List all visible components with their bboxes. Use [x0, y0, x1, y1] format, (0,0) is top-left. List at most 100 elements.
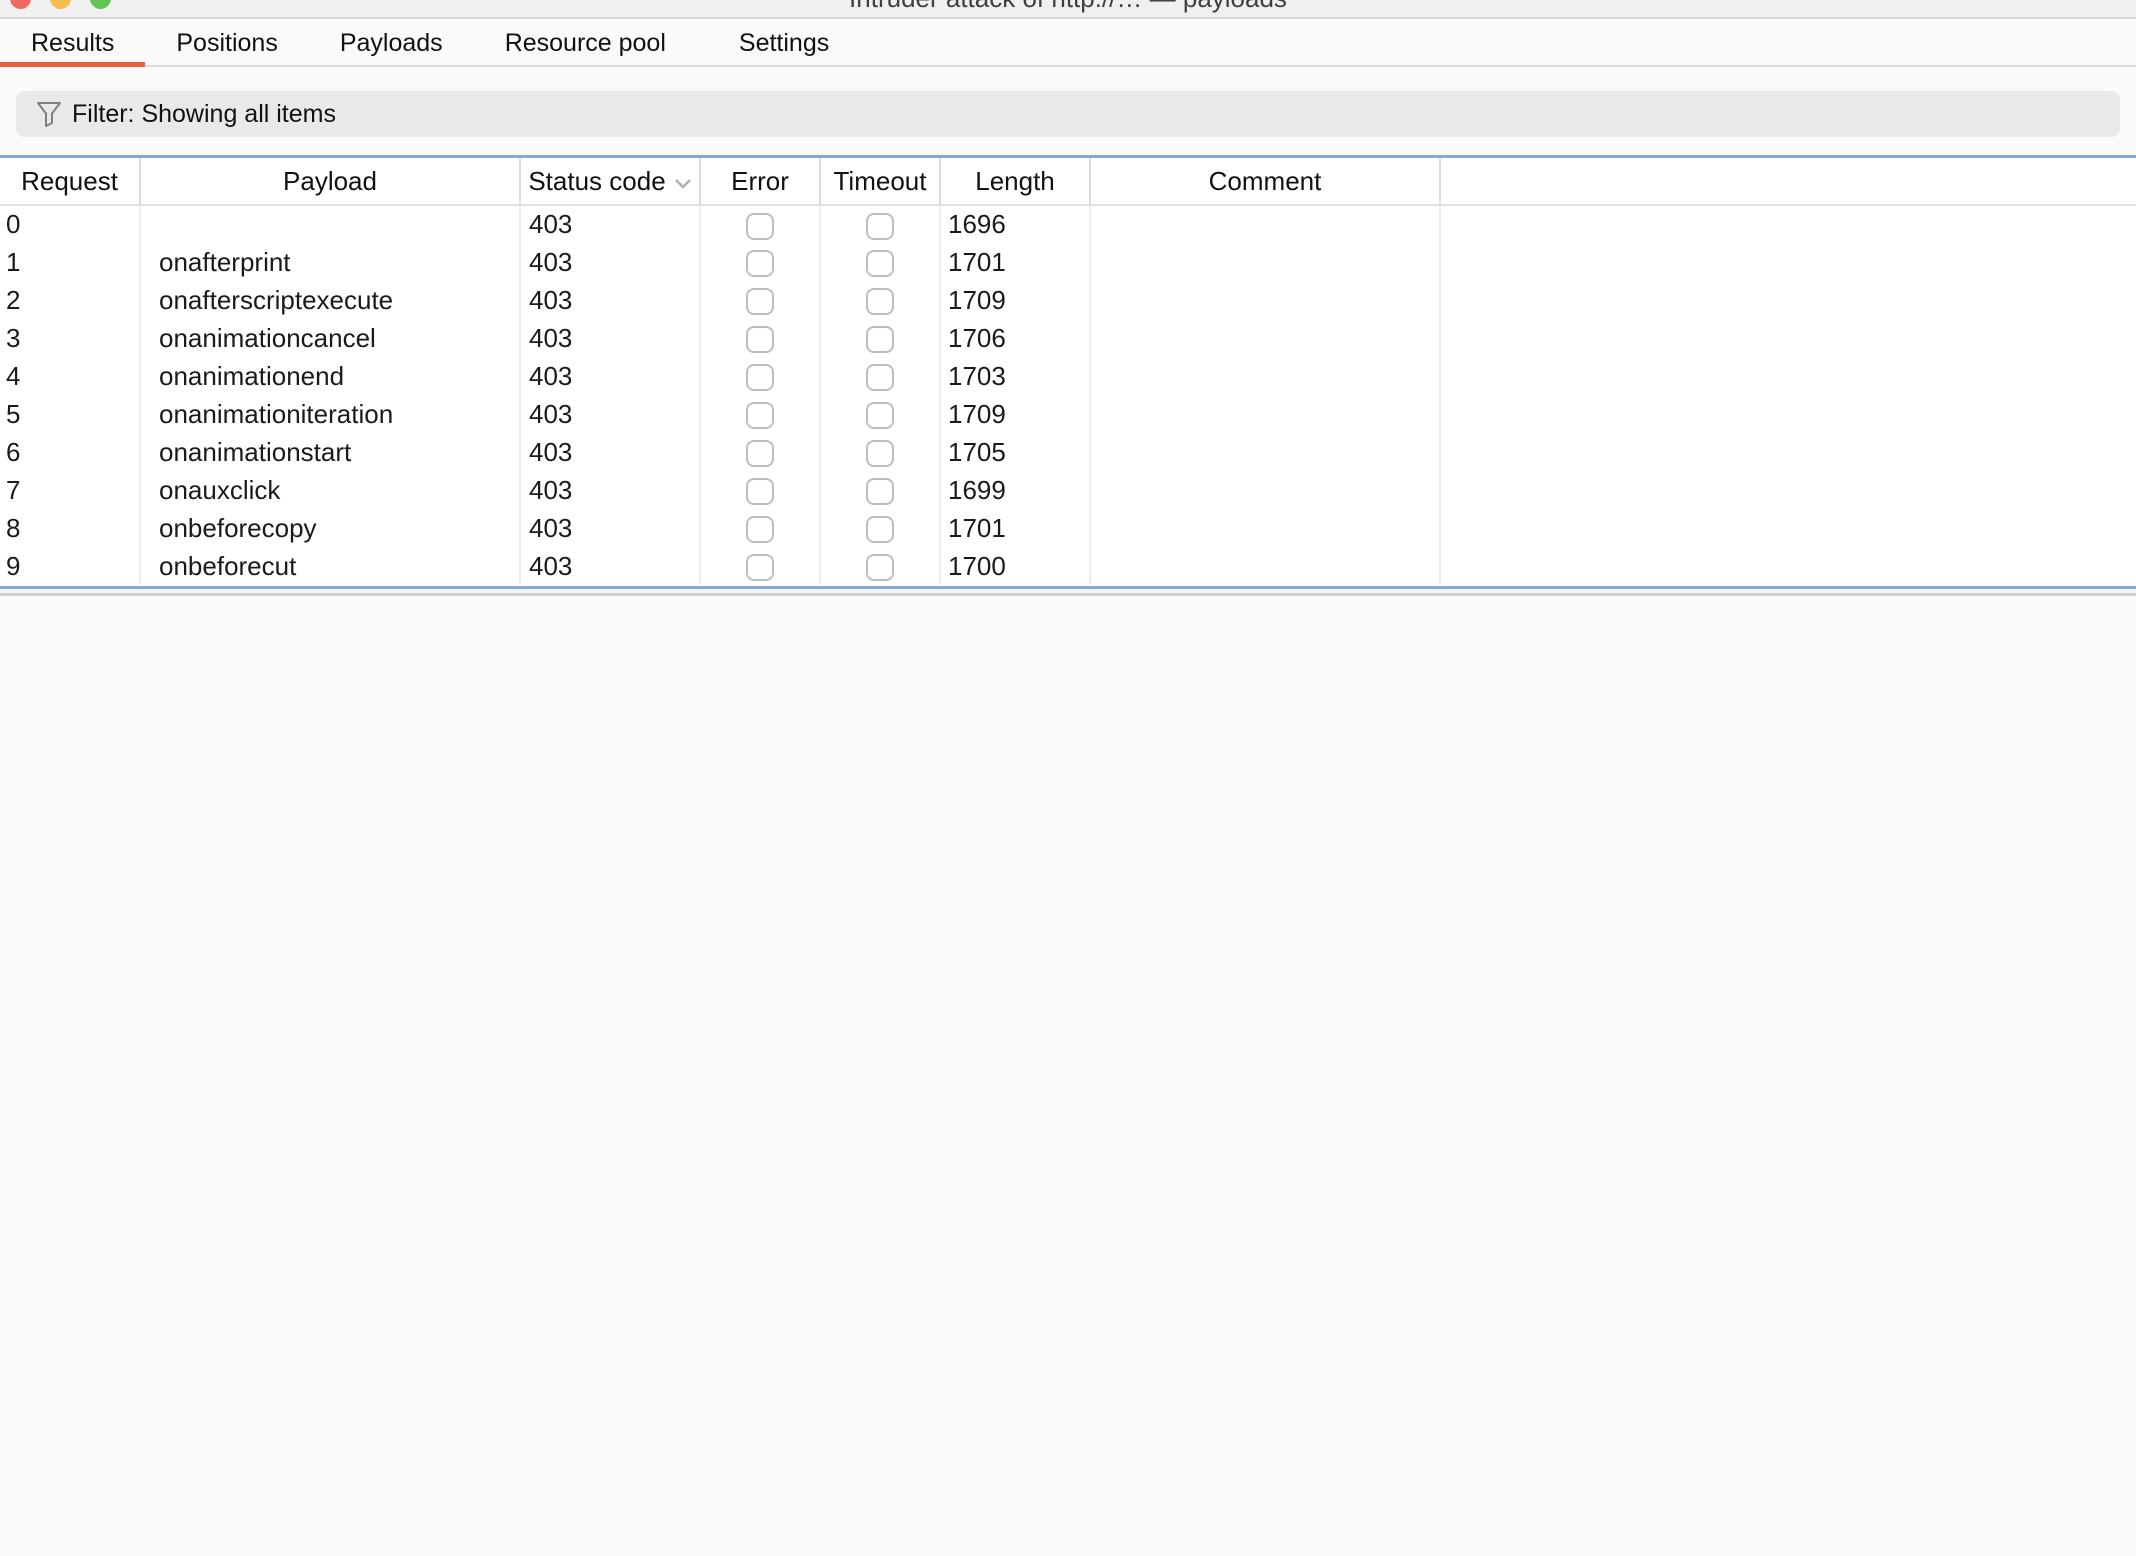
request-number-cell[interactable]: 8 [0, 509, 140, 547]
status-code-cell[interactable]: 403 [520, 547, 700, 585]
error-checkbox[interactable] [746, 402, 774, 429]
length-cell[interactable]: 1699 [940, 471, 1090, 509]
request-number-cell[interactable]: 0 [0, 205, 140, 243]
payload-cell[interactable] [140, 205, 520, 243]
error-checkbox[interactable] [746, 288, 774, 315]
status-code-cell[interactable]: 403 [520, 395, 700, 433]
payload-cell[interactable]: onanimationcancel [140, 319, 520, 357]
filter-section: Filter: Showing all items [0, 69, 2136, 155]
comment-cell[interactable] [1090, 205, 1440, 243]
length-cell[interactable]: 1701 [940, 509, 1090, 547]
error-checkbox[interactable] [746, 554, 774, 581]
timeout-checkbox[interactable] [866, 440, 894, 467]
comment-cell[interactable] [1090, 243, 1440, 281]
error-checkbox[interactable] [746, 213, 774, 240]
comment-cell[interactable] [1090, 433, 1440, 471]
error-checkbox[interactable] [746, 326, 774, 353]
payload-cell[interactable]: onanimationend [140, 357, 520, 395]
payload-cell[interactable]: onbeforecut [140, 547, 520, 585]
request-number-cell[interactable]: 6 [0, 433, 140, 471]
tab-positions[interactable]: Positions [145, 21, 308, 65]
payload-cell[interactable]: onauxclick [140, 471, 520, 509]
comment-cell[interactable] [1090, 509, 1440, 547]
timeout-checkbox[interactable] [866, 478, 894, 505]
comment-cell[interactable] [1090, 547, 1440, 585]
length-cell[interactable]: 1709 [940, 395, 1090, 433]
status-code-cell[interactable]: 403 [520, 471, 700, 509]
status-code-cell[interactable]: 403 [520, 433, 700, 471]
tab-settings[interactable]: Settings [708, 21, 860, 65]
payload-cell[interactable]: onafterscriptexecute [140, 281, 520, 319]
length-cell[interactable]: 1706 [940, 319, 1090, 357]
table-row[interactable]: 8 onbeforecopy 403 1701 [0, 509, 2136, 547]
request-number-cell[interactable]: 9 [0, 547, 140, 585]
table-row[interactable]: 9 onbeforecut 403 1700 [0, 547, 2136, 585]
error-cell [700, 281, 820, 319]
column-header-payload[interactable]: Payload [140, 158, 520, 205]
timeout-checkbox[interactable] [866, 213, 894, 240]
payload-cell[interactable]: onafterprint [140, 243, 520, 281]
status-code-cell[interactable]: 403 [520, 357, 700, 395]
comment-cell[interactable] [1090, 471, 1440, 509]
payload-cell[interactable]: onanimationstart [140, 433, 520, 471]
length-cell[interactable]: 1700 [940, 547, 1090, 585]
column-header-status-code[interactable]: Status code [520, 158, 700, 205]
status-code-cell[interactable]: 403 [520, 319, 700, 357]
table-row[interactable]: 7 onauxclick 403 1699 [0, 471, 2136, 509]
request-number-cell[interactable]: 3 [0, 319, 140, 357]
funnel-icon [36, 101, 62, 128]
comment-cell[interactable] [1090, 395, 1440, 433]
table-row[interactable]: 0 403 1696 [0, 205, 2136, 243]
error-checkbox[interactable] [746, 250, 774, 277]
status-code-cell[interactable]: 403 [520, 243, 700, 281]
comment-cell[interactable] [1090, 319, 1440, 357]
error-checkbox[interactable] [746, 516, 774, 543]
request-number-cell[interactable]: 4 [0, 357, 140, 395]
column-header-comment[interactable]: Comment [1090, 158, 1440, 205]
tab-payloads[interactable]: Payloads [309, 21, 474, 65]
column-header-length[interactable]: Length [940, 158, 1090, 205]
length-cell[interactable]: 1696 [940, 205, 1090, 243]
tab-results[interactable]: Results [0, 21, 145, 65]
request-number-cell[interactable]: 2 [0, 281, 140, 319]
timeout-checkbox[interactable] [866, 326, 894, 353]
status-code-cell[interactable]: 403 [520, 205, 700, 243]
error-checkbox[interactable] [746, 440, 774, 467]
timeout-cell [820, 205, 940, 243]
timeout-checkbox[interactable] [866, 364, 894, 391]
column-header-error[interactable]: Error [700, 158, 820, 205]
timeout-checkbox[interactable] [866, 250, 894, 277]
table-row[interactable]: 6 onanimationstart 403 1705 [0, 433, 2136, 471]
status-code-cell[interactable]: 403 [520, 281, 700, 319]
timeout-checkbox[interactable] [866, 516, 894, 543]
length-cell[interactable]: 1703 [940, 357, 1090, 395]
status-code-cell[interactable]: 403 [520, 509, 700, 547]
length-cell[interactable]: 1701 [940, 243, 1090, 281]
timeout-checkbox[interactable] [866, 554, 894, 581]
table-row[interactable]: 4 onanimationend 403 1703 [0, 357, 2136, 395]
table-row[interactable]: 2 onafterscriptexecute 403 1709 [0, 281, 2136, 319]
comment-cell[interactable] [1090, 281, 1440, 319]
results-table: Request Payload Status code Error Timeou… [0, 158, 2136, 585]
extra-cell [1440, 357, 2136, 395]
column-header-request[interactable]: Request [0, 158, 140, 205]
extra-cell [1440, 433, 2136, 471]
column-header-timeout[interactable]: Timeout [820, 158, 940, 205]
error-checkbox[interactable] [746, 478, 774, 505]
timeout-checkbox[interactable] [866, 288, 894, 315]
payload-cell[interactable]: onanimationiteration [140, 395, 520, 433]
filter-bar[interactable]: Filter: Showing all items [16, 91, 2120, 137]
comment-cell[interactable] [1090, 357, 1440, 395]
table-row[interactable]: 1 onafterprint 403 1701 [0, 243, 2136, 281]
length-cell[interactable]: 1705 [940, 433, 1090, 471]
request-number-cell[interactable]: 5 [0, 395, 140, 433]
timeout-checkbox[interactable] [866, 402, 894, 429]
payload-cell[interactable]: onbeforecopy [140, 509, 520, 547]
table-row[interactable]: 5 onanimationiteration 403 1709 [0, 395, 2136, 433]
request-number-cell[interactable]: 1 [0, 243, 140, 281]
error-checkbox[interactable] [746, 364, 774, 391]
request-number-cell[interactable]: 7 [0, 471, 140, 509]
tab-resource-pool[interactable]: Resource pool [474, 21, 697, 65]
table-row[interactable]: 3 onanimationcancel 403 1706 [0, 319, 2136, 357]
length-cell[interactable]: 1709 [940, 281, 1090, 319]
